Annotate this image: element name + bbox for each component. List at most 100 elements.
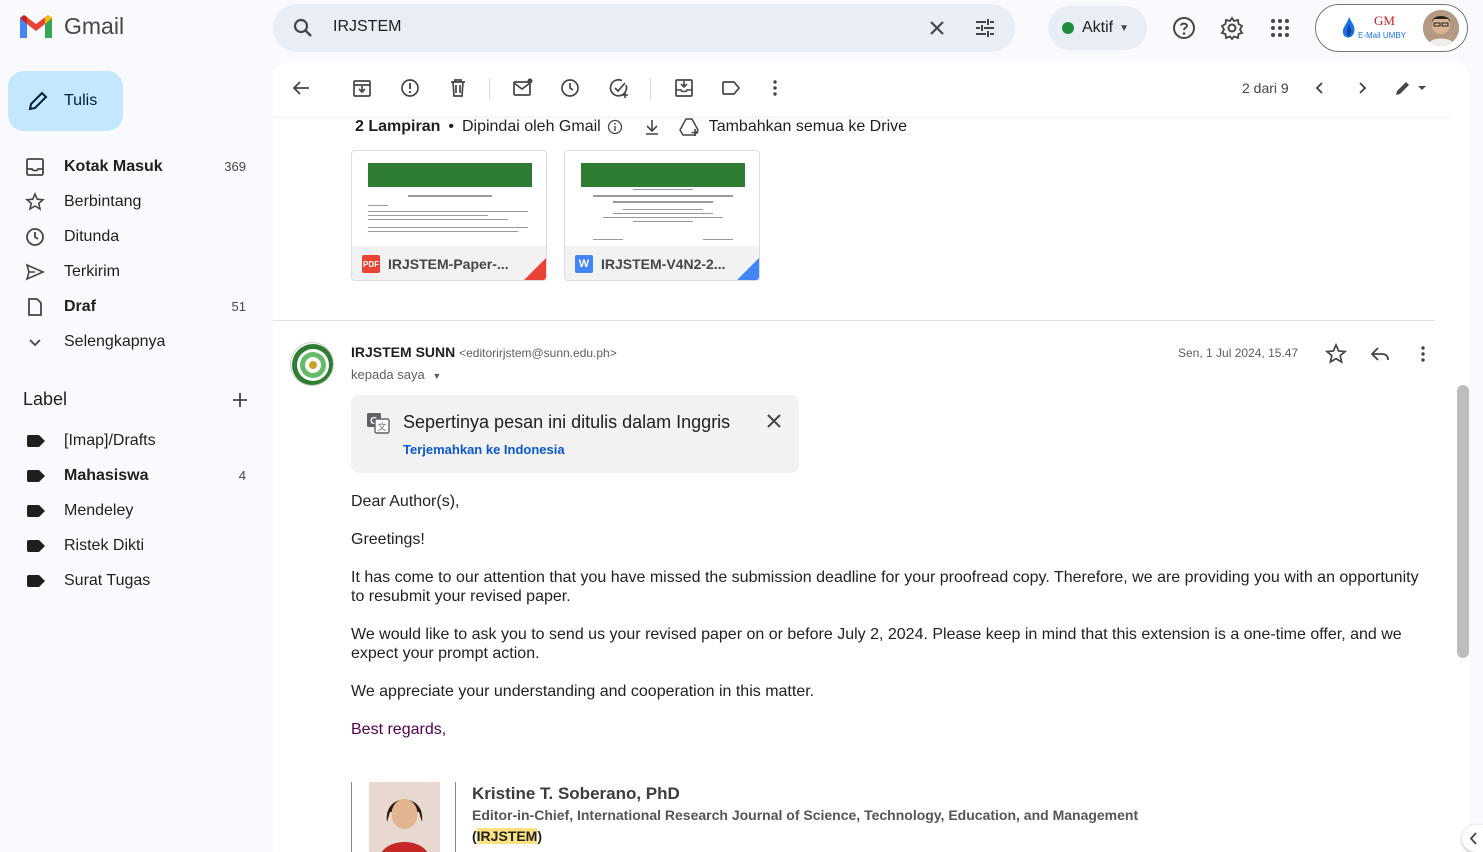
more-vert-icon[interactable]	[764, 77, 786, 99]
translate-link[interactable]: Terjemahkan ke Indonesia	[403, 442, 565, 457]
pagination-text: 2 dari 9	[1242, 80, 1289, 96]
label-name: Mendeley	[64, 501, 134, 519]
label-tag-icon	[27, 470, 45, 482]
reply-arrow-icon[interactable]	[1368, 342, 1392, 366]
search-icon[interactable]	[291, 16, 315, 40]
sidebar-item-sent[interactable]: Terkirim	[0, 254, 262, 289]
settings-gear-icon[interactable]	[1220, 16, 1244, 40]
draft-icon	[28, 298, 42, 316]
attachment-card-pdf[interactable]: PDF IRJSTEM-Paper-...	[351, 150, 547, 281]
apps-grid-icon[interactable]	[1268, 16, 1292, 40]
label-item-mendeley[interactable]: Mendeley	[0, 493, 262, 528]
recipient-details-toggle[interactable]: kepada saya ▼	[351, 367, 441, 382]
pencil-icon	[28, 91, 48, 111]
unread-count: 369	[224, 159, 246, 174]
avatar[interactable]	[1423, 10, 1459, 46]
compose-button[interactable]: Tulis	[8, 71, 123, 131]
label-tag-icon	[27, 435, 45, 447]
label-name: Surat Tugas	[64, 571, 151, 589]
translate-icon: G文	[367, 413, 390, 434]
status-dot	[1062, 22, 1074, 34]
labels-heading: Label	[23, 389, 68, 409]
help-icon[interactable]	[1172, 16, 1196, 40]
draft-count: 51	[231, 299, 246, 314]
body-paragraph: Greetings!	[351, 531, 425, 548]
toolbar-divider	[489, 78, 490, 100]
sidebar-item-inbox[interactable]: Kotak Masuk 369	[0, 149, 262, 184]
sender-avatar[interactable]	[290, 342, 334, 386]
signature-abbr-open: (	[472, 828, 477, 844]
star-icon[interactable]	[1324, 342, 1348, 366]
compose-label: Tulis	[64, 92, 98, 109]
search-bar[interactable]: IRJSTEM	[273, 4, 1015, 52]
search-options-icon[interactable]	[973, 16, 997, 40]
attachment-footer: W IRJSTEM-V4N2-2...	[565, 246, 759, 280]
add-to-drive-icon[interactable]	[678, 117, 701, 137]
scanned-note: Dipindai oleh Gmail	[461, 118, 601, 135]
inbox-icon	[26, 158, 44, 176]
signature-abbr-close: )	[537, 828, 543, 844]
delete-trash-icon[interactable]	[447, 77, 469, 99]
message-date: Sen, 1 Jul 2024, 15.47	[1178, 346, 1299, 360]
next-chevron-icon[interactable]	[1351, 77, 1373, 99]
side-panel-toggle[interactable]	[1462, 825, 1483, 852]
add-label-icon[interactable]	[230, 390, 250, 410]
close-icon[interactable]	[765, 412, 783, 430]
sidebar-nav: Kotak Masuk 369 Berbintang Ditunda Terki…	[0, 149, 262, 359]
sidebar-item-more[interactable]: Selengkapnya	[0, 324, 262, 359]
status-label: Aktif	[1082, 19, 1114, 36]
label-item-imap-drafts[interactable]: [Imap]/Drafts	[0, 423, 262, 458]
body-paragraph: It has come to our attention that you ha…	[351, 569, 1419, 605]
mark-unread-icon[interactable]	[512, 77, 534, 99]
signature-abbr: (IRJSTEM)	[472, 828, 542, 844]
account-switcher[interactable]: GM E-Mail UMBY	[1315, 4, 1468, 52]
previous-chevron-icon[interactable]	[1309, 77, 1331, 99]
add-all-to-drive-link[interactable]: Tambahkan semua ke Drive	[709, 118, 907, 136]
sender-name[interactable]: IRJSTEM SUNN	[351, 344, 455, 360]
attachment-card-doc[interactable]: W IRJSTEM-V4N2-2...	[564, 150, 760, 281]
attachment-thumbnail	[573, 159, 753, 245]
back-arrow-icon[interactable]	[290, 77, 312, 99]
message-toolbar: 2 dari 9	[273, 62, 1469, 114]
chevron-left-icon	[1469, 832, 1477, 845]
star-icon	[25, 192, 45, 211]
scrollbar-thumb[interactable]	[1457, 385, 1469, 658]
label-count: 4	[238, 468, 246, 483]
snooze-clock-icon[interactable]	[559, 77, 581, 99]
attachment-filename: IRJSTEM-V4N2-2...	[601, 256, 726, 272]
body-paragraph: We would like to ask you to send us your…	[351, 626, 1402, 662]
attachment-thumbnail	[360, 159, 540, 245]
more-vert-icon[interactable]	[1411, 342, 1435, 366]
app-name: Gmail	[64, 12, 125, 39]
label-item-ristek-dikti[interactable]: Ristek Dikti	[0, 528, 262, 563]
download-all-icon[interactable]	[643, 118, 661, 136]
sidebar-item-drafts[interactable]: Draf 51	[0, 289, 262, 324]
archive-icon[interactable]	[351, 77, 373, 99]
label-tag-icon	[27, 575, 45, 587]
add-task-icon[interactable]	[608, 77, 630, 99]
info-icon[interactable]	[607, 119, 623, 135]
clear-search-icon[interactable]	[925, 16, 949, 40]
file-type-corner	[524, 258, 546, 280]
input-tools-icon[interactable]	[1393, 77, 1429, 99]
translate-banner: G文 Sepertinya pesan ini ditulis dalam In…	[351, 395, 799, 473]
caret-down-icon: ▼	[432, 371, 442, 381]
label-name: [Imap]/Drafts	[64, 431, 156, 449]
label-icon[interactable]	[720, 77, 742, 99]
signature-photo	[369, 782, 440, 852]
avatar-photo	[1423, 10, 1459, 46]
labels-list: [Imap]/Drafts Mahasiswa 4 Mendeley Riste…	[0, 423, 262, 598]
signature-title: Editor-in-Chief, International Research …	[472, 807, 1139, 823]
report-spam-icon[interactable]	[399, 77, 421, 99]
sidebar-item-snoozed[interactable]: Ditunda	[0, 219, 262, 254]
move-to-icon[interactable]	[673, 77, 695, 99]
label-item-surat-tugas[interactable]: Surat Tugas	[0, 563, 262, 598]
search-input[interactable]: IRJSTEM	[333, 18, 401, 36]
sidebar-item-starred[interactable]: Berbintang	[0, 184, 262, 219]
attachments-header: 2 Lampiran • Dipindai oleh Gmail Tambahk…	[355, 117, 907, 137]
org-logo-top: GM	[1374, 13, 1395, 28]
message-panel: 2 dari 9 2 Lampiran • Dipindai oleh Gmai…	[273, 62, 1469, 852]
label-item-mahasiswa[interactable]: Mahasiswa 4	[0, 458, 262, 493]
status-selector[interactable]: Aktif ▼	[1048, 6, 1147, 50]
gmail-logo[interactable]: Gmail	[18, 12, 124, 40]
